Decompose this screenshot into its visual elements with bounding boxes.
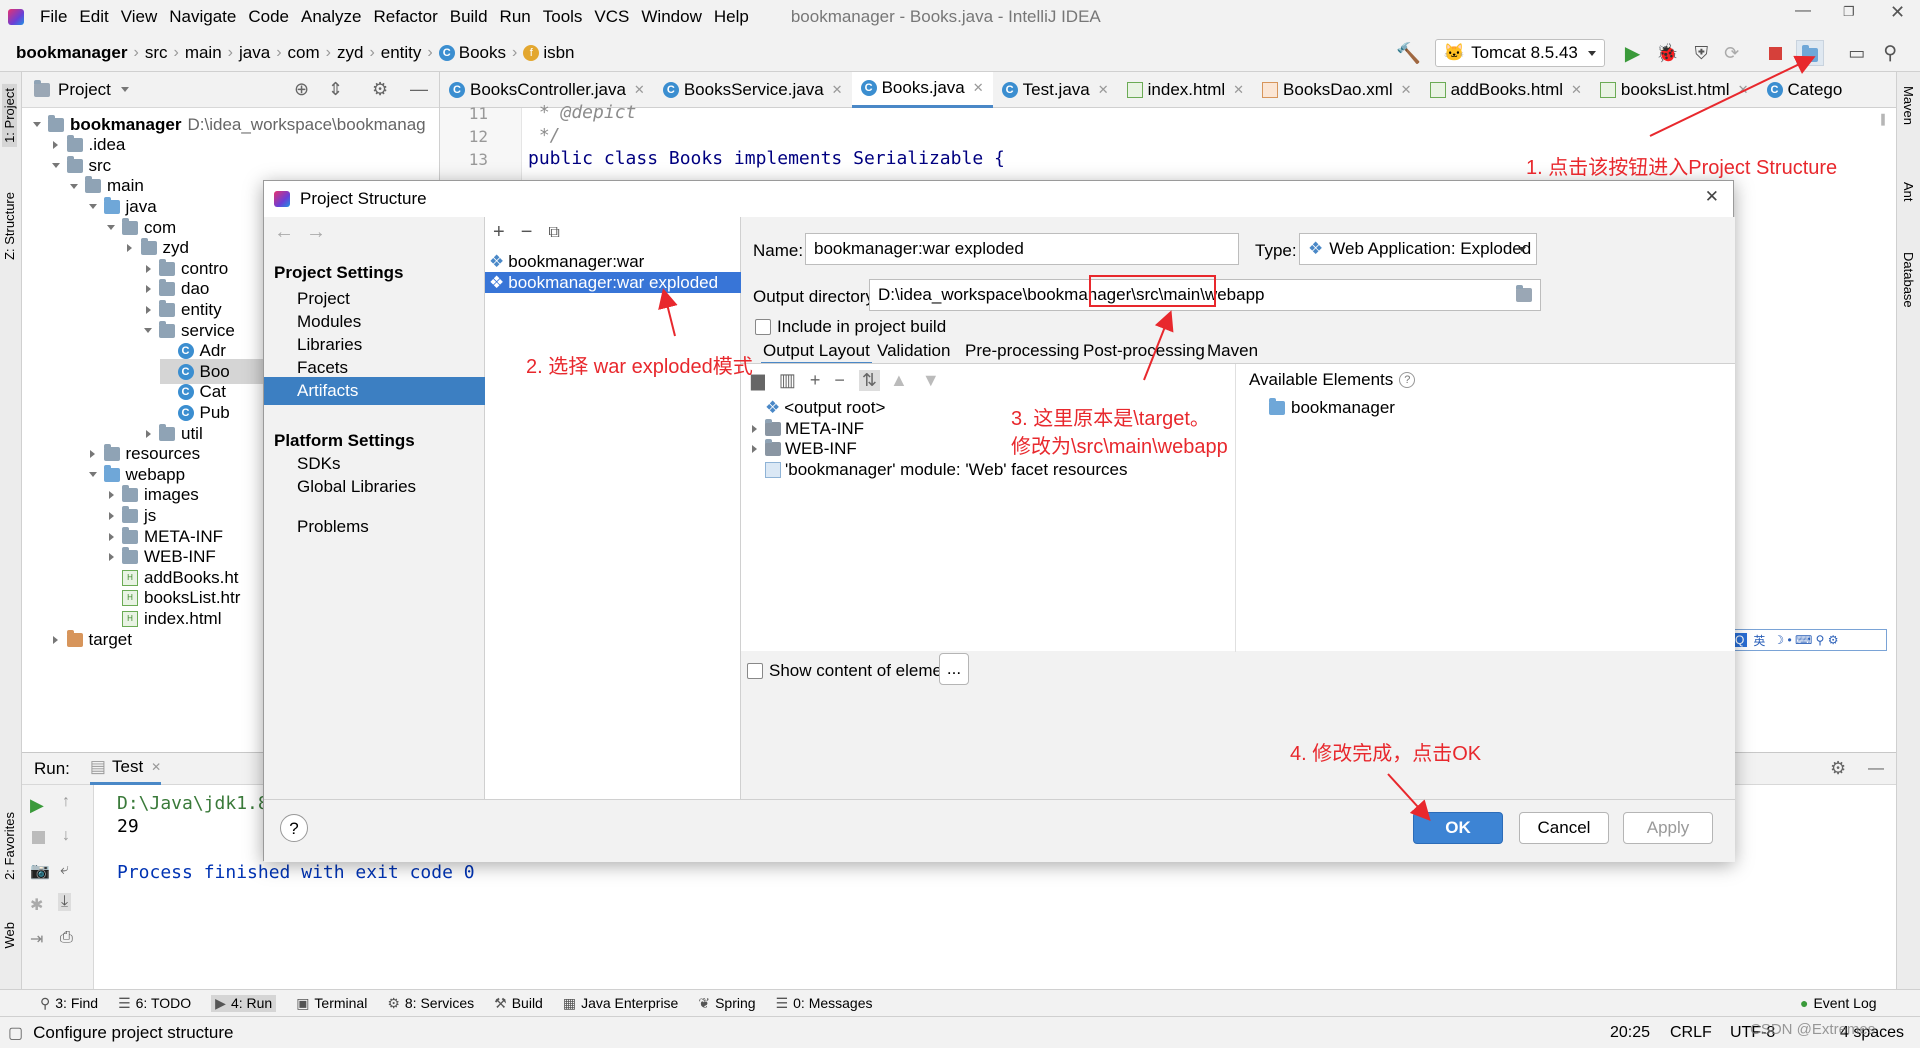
arrow-4 xyxy=(1387,773,1431,821)
arrow-1 xyxy=(1649,55,1816,137)
arrow-2 xyxy=(658,288,678,337)
arrow-3 xyxy=(1143,310,1174,381)
annotation-arrows xyxy=(658,55,1816,821)
